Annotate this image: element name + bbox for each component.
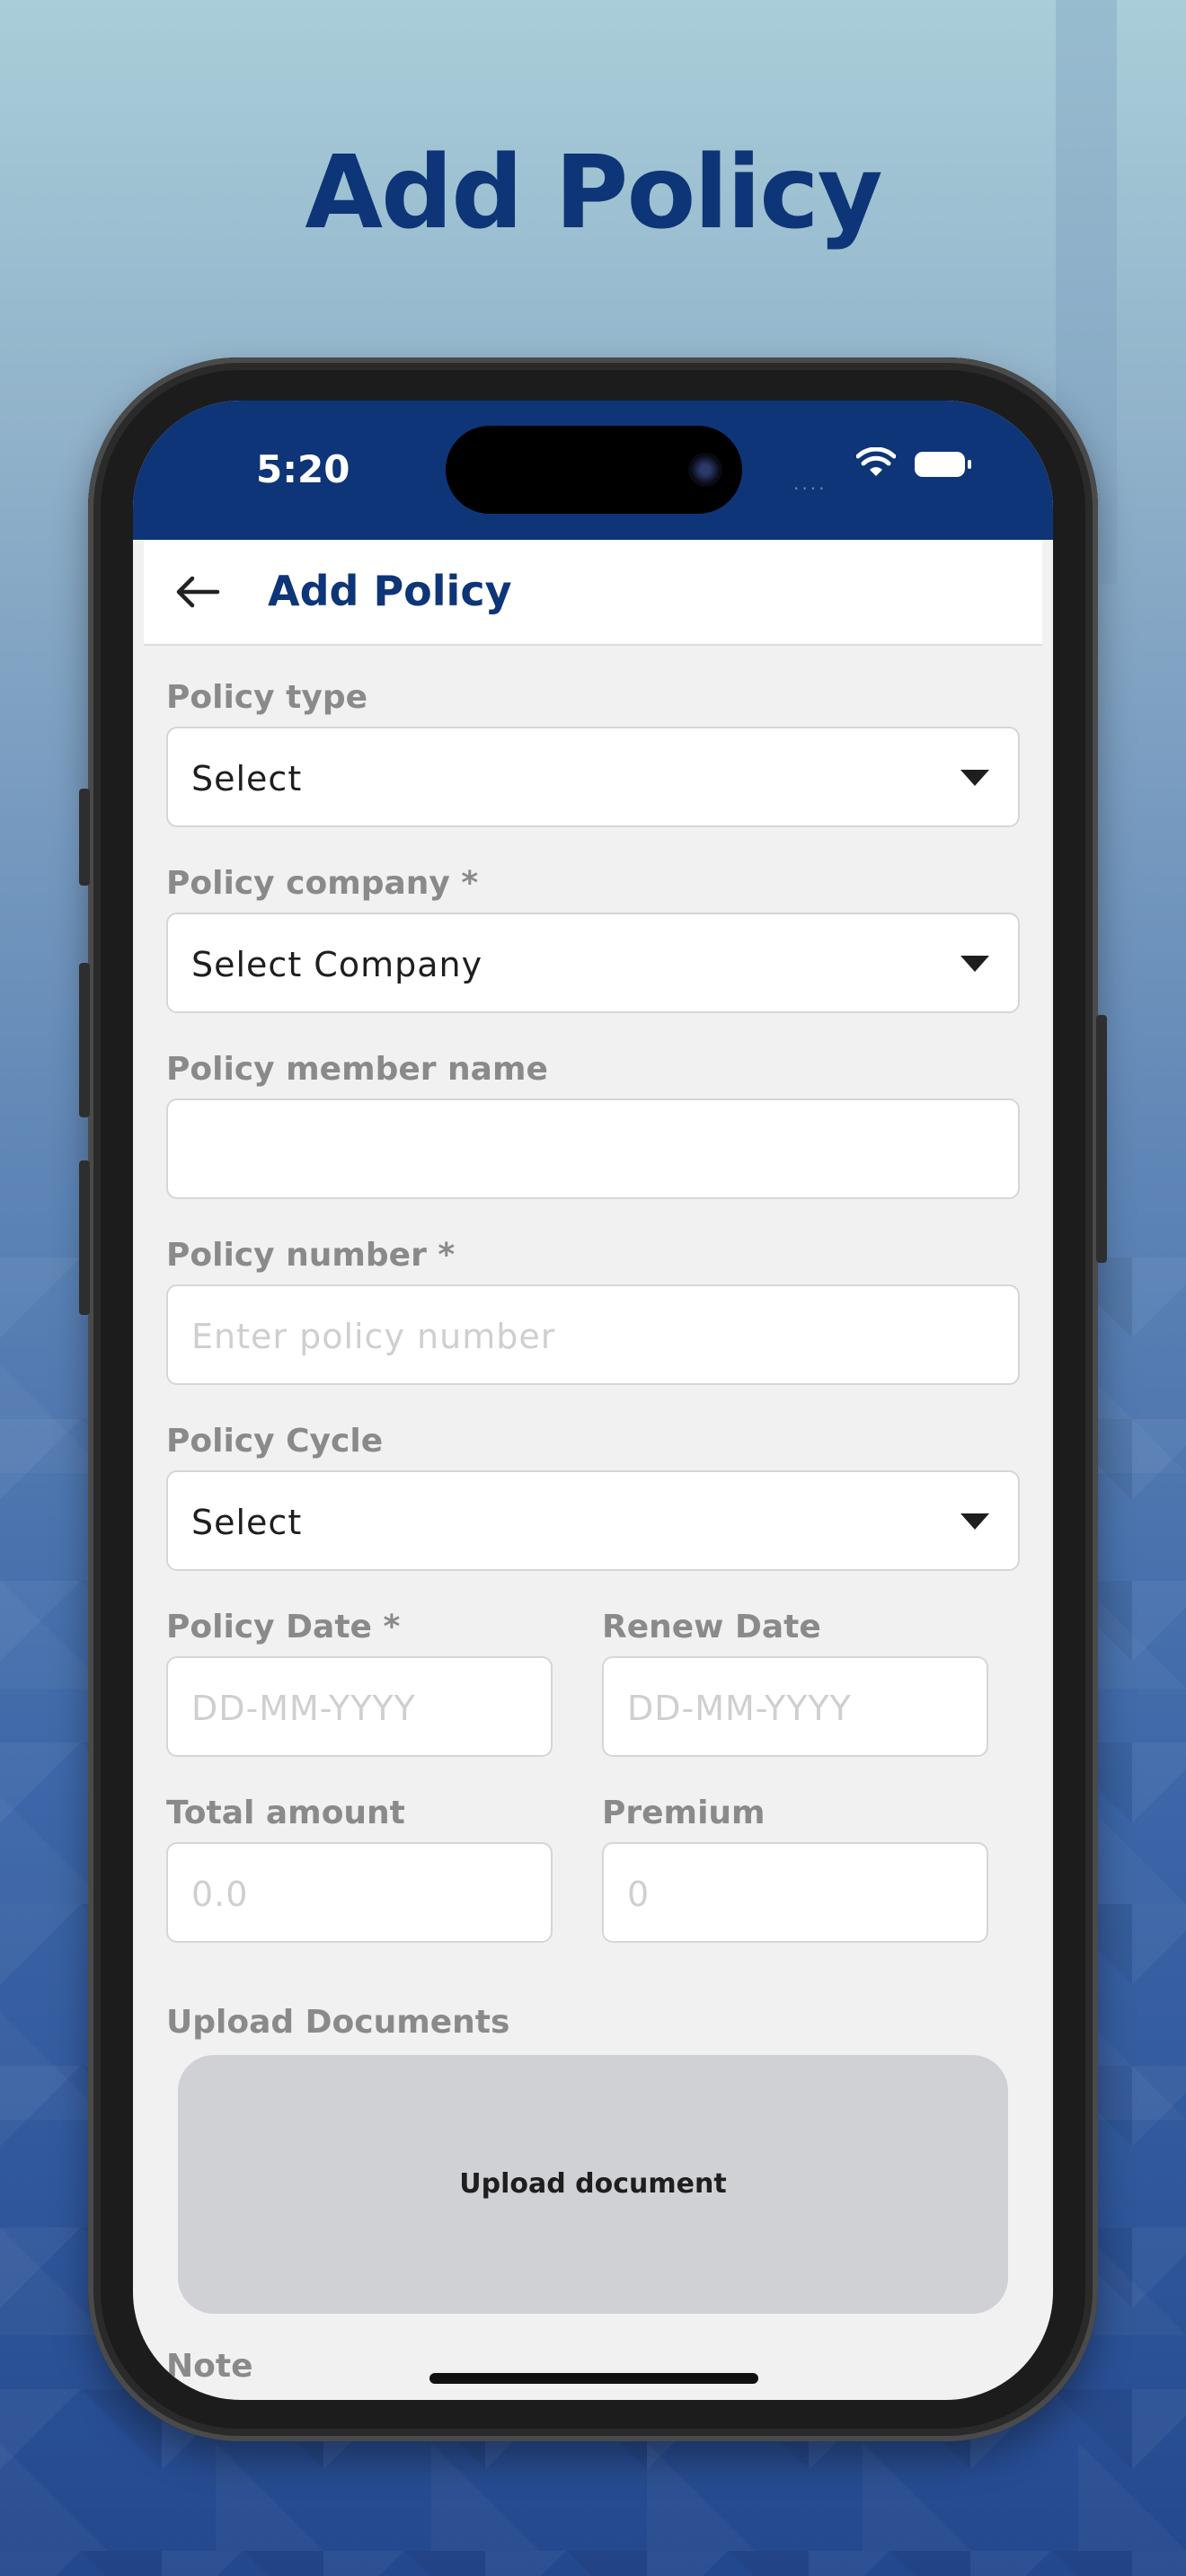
page-title: Add Policy [268, 567, 512, 615]
policy-type-dropdown[interactable]: Select [166, 727, 1020, 827]
policy-number-label: Policy number * [166, 1237, 456, 1274]
status-time: 5:20 [256, 447, 350, 491]
note-label: Note [166, 2348, 253, 2385]
policy-company-value: Select Company [191, 945, 483, 984]
renew-date-placeholder: DD-MM-YYYY [627, 1689, 852, 1728]
promo-title: Add Policy [305, 135, 882, 251]
arrow-left-icon [176, 576, 220, 608]
camera-icon [688, 453, 722, 487]
upload-document-label: Upload document [459, 2168, 727, 2200]
policy-type-label: Policy type [166, 679, 367, 716]
home-indicator[interactable] [429, 2373, 758, 2384]
battery-icon [915, 452, 971, 477]
policy-date-input[interactable]: DD-MM-YYYY [166, 1656, 553, 1757]
premium-label: Premium [602, 1795, 766, 1831]
total-amount-placeholder: 0.0 [191, 1875, 249, 1914]
policy-date-placeholder: DD-MM-YYYY [191, 1689, 416, 1728]
policy-type-value: Select [191, 759, 303, 798]
total-amount-input[interactable]: 0.0 [166, 1842, 553, 1943]
policy-company-dropdown[interactable]: Select Company [166, 913, 1020, 1013]
status-bar: 5:20 .... [133, 401, 1053, 540]
caret-down-icon [960, 956, 989, 972]
total-amount-label: Total amount [166, 1795, 405, 1831]
policy-number-placeholder: Enter policy number [191, 1317, 556, 1356]
phone-volume-down-button [79, 1160, 90, 1315]
renew-date-label: Renew Date [602, 1609, 821, 1645]
policy-cycle-label: Policy Cycle [166, 1423, 384, 1460]
dynamic-island [446, 426, 742, 514]
premium-placeholder: 0 [627, 1875, 651, 1914]
phone-volume-up-button [79, 963, 90, 1117]
renew-date-input[interactable]: DD-MM-YYYY [602, 1656, 988, 1757]
phone-screen: 5:20 .... Add Policy Policy type Select … [133, 401, 1053, 2400]
caret-down-icon [960, 770, 989, 786]
phone-power-button [1096, 1015, 1107, 1263]
policy-cycle-dropdown[interactable]: Select [166, 1470, 1020, 1571]
policy-member-name-label: Policy member name [166, 1051, 548, 1088]
policy-date-label: Policy Date * [166, 1609, 401, 1645]
phone-side-button [79, 789, 90, 886]
policy-number-input[interactable]: Enter policy number [166, 1284, 1020, 1385]
cellular-signal-icon: .... [793, 472, 828, 494]
premium-input[interactable]: 0 [602, 1842, 988, 1943]
policy-cycle-value: Select [191, 1503, 303, 1542]
app-bar: Add Policy [144, 540, 1042, 646]
caret-down-icon [960, 1513, 989, 1530]
upload-documents-label: Upload Documents [166, 2004, 510, 2041]
wifi-icon [856, 447, 896, 476]
upload-document-button[interactable]: Upload document [178, 2055, 1008, 2314]
policy-company-label: Policy company * [166, 865, 479, 902]
back-button[interactable] [171, 567, 225, 617]
policy-member-name-input[interactable] [166, 1098, 1020, 1199]
